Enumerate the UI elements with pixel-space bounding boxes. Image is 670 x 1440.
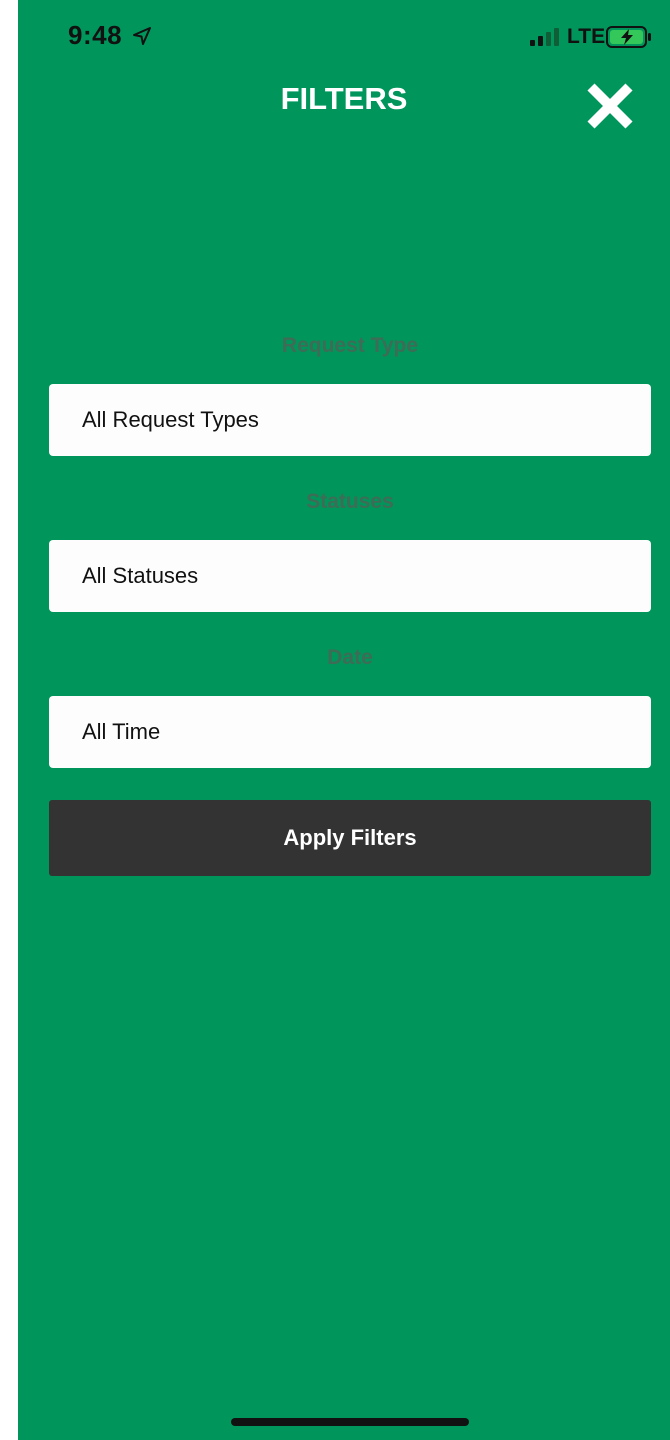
signal-icon [530,28,559,46]
statuses-label: Statuses [306,490,394,513]
statuses-select[interactable]: All Statuses [49,540,651,612]
page-title: FILTERS [280,81,408,116]
home-indicator [231,1418,469,1426]
network-label: LTE [567,25,606,48]
status-time: 9:48 [68,20,123,50]
location-arrow-icon [133,27,151,45]
close-icon[interactable] [584,80,636,132]
date-select[interactable]: All Time [49,696,651,768]
request-type-select[interactable]: All Request Types [49,384,651,456]
request-type-label: Request Type [281,334,419,357]
date-label: Date [327,646,373,669]
filters-screen: 9:48 LTE FILTERS Request Type All Reques… [18,0,670,1440]
battery-charging-icon [606,26,651,48]
apply-filters-button[interactable]: Apply Filters [49,800,651,876]
